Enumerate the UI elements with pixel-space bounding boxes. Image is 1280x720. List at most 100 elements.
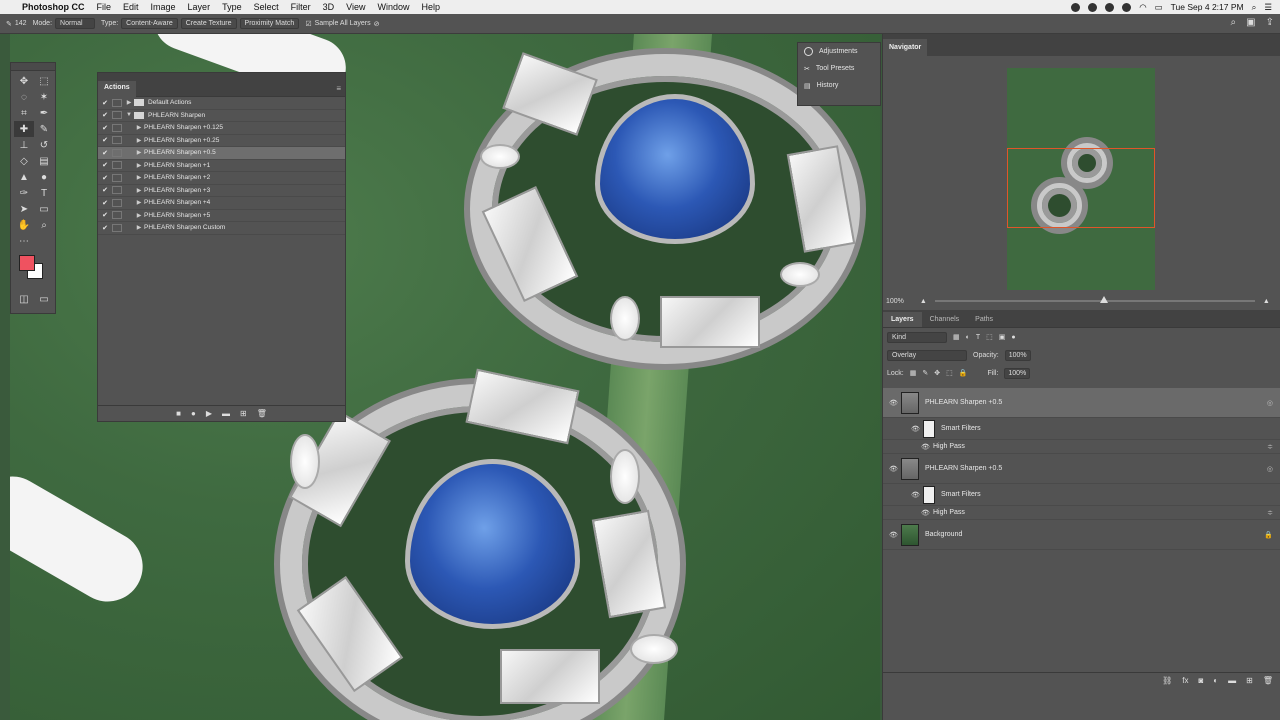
adjustments-button[interactable]: Adjustments	[798, 43, 880, 60]
foreground-color-swatch[interactable]	[19, 255, 35, 271]
menu-help[interactable]: Help	[421, 2, 440, 12]
dialog-toggle[interactable]	[112, 123, 122, 132]
opacity-field[interactable]: 100%	[1004, 349, 1031, 361]
visibility-eye-icon[interactable]: 👁	[911, 491, 923, 499]
blending-options-icon[interactable]: ≑	[1267, 443, 1273, 451]
blend-mode-select[interactable]: Overlay	[887, 349, 967, 361]
filter-kind-select[interactable]: Kind	[887, 331, 947, 343]
hand-tool-icon[interactable]: ✋	[14, 217, 34, 233]
trash-icon[interactable]: 🗑	[1263, 676, 1273, 685]
filter-mask-thumbnail[interactable]	[923, 485, 935, 504]
lock-all-icon[interactable]: 🔒	[959, 369, 968, 377]
tray-icon[interactable]	[1105, 2, 1115, 12]
menu-view[interactable]: View	[346, 2, 365, 12]
action-set-row[interactable]: ✔ ▼ PHLEARN Sharpen	[98, 110, 345, 122]
action-row[interactable]: ✔ ▶ PHLEARN Sharpen +1	[98, 160, 345, 172]
dialog-toggle[interactable]	[112, 111, 122, 120]
lock-position-icon[interactable]: ✥	[934, 369, 940, 377]
menu-layer[interactable]: Layer	[188, 2, 211, 12]
action-row[interactable]: ✔ ▶ PHLEARN Sharpen +4	[98, 197, 345, 210]
zoom-value[interactable]: 100%	[886, 298, 904, 305]
visibility-eye-icon[interactable]: 👁	[889, 465, 901, 473]
filter-type-icon[interactable]: T	[976, 334, 980, 341]
zoom-out-icon[interactable]: ▲	[920, 298, 927, 305]
visibility-eye-icon[interactable]: 👁	[889, 531, 901, 539]
dialog-toggle[interactable]	[112, 173, 122, 182]
brush-tool-icon[interactable]: ✎	[34, 121, 54, 137]
layer-name[interactable]: Background	[925, 531, 962, 538]
collapse-arrow-icon[interactable]: ▼	[124, 112, 134, 118]
mode-select[interactable]: Normal	[55, 18, 96, 29]
check-icon[interactable]: ✔	[98, 124, 112, 132]
navigator-thumbnail[interactable]	[1007, 68, 1155, 290]
lock-artboard-icon[interactable]: ⬚	[946, 369, 953, 377]
expand-arrow-icon[interactable]: ▶	[134, 124, 144, 131]
check-icon[interactable]: ✔	[98, 211, 112, 219]
screen-mode-icon[interactable]: ▭	[34, 291, 54, 307]
menu-filter[interactable]: Filter	[291, 2, 311, 12]
panel-menu-icon[interactable]: ≡	[336, 84, 341, 93]
tray-icon[interactable]	[1122, 2, 1132, 12]
filter-name[interactable]: High Pass	[933, 443, 965, 450]
visibility-eye-icon[interactable]: 👁	[889, 399, 901, 407]
menu-3d[interactable]: 3D	[323, 2, 335, 12]
proximity-match-option[interactable]: Proximity Match	[239, 18, 300, 29]
filter-adjustment-icon[interactable]: ◐	[966, 334, 970, 341]
fill-field[interactable]: 100%	[1004, 367, 1031, 379]
layer-name[interactable]: PHLEARN Sharpen +0.5	[925, 465, 1002, 472]
panel-grip[interactable]	[11, 63, 55, 71]
navigator-view-box[interactable]	[1007, 148, 1155, 228]
crop-tool-icon[interactable]: ⌗	[14, 105, 34, 121]
check-icon[interactable]: ✔	[98, 136, 112, 144]
history-button[interactable]: ▤ History	[798, 77, 880, 94]
check-icon[interactable]: ✔	[98, 199, 112, 207]
expand-arrow-icon[interactable]: ▶	[134, 199, 144, 206]
menu-list-icon[interactable]: ☰	[1264, 2, 1272, 13]
healing-brush-tool-icon[interactable]: ✚	[14, 121, 34, 137]
expand-arrow-icon[interactable]: ▶	[124, 99, 134, 106]
quick-mask-icon[interactable]: ◫	[14, 291, 34, 307]
layer-name[interactable]: PHLEARN Sharpen +0.5	[925, 399, 1002, 406]
move-tool-icon[interactable]: ✥	[14, 73, 34, 89]
search-icon[interactable]: ⌕	[1231, 17, 1237, 28]
check-icon[interactable]: ✔	[98, 174, 112, 182]
action-row[interactable]: ✔ ▶ PHLEARN Sharpen Custom	[98, 222, 345, 235]
shape-tool-icon[interactable]: ▭	[34, 201, 54, 217]
eyedropper-tool-icon[interactable]: ✒	[34, 105, 54, 121]
tab-channels[interactable]: Channels	[922, 312, 968, 327]
pen-tool-icon[interactable]: ✑	[14, 185, 34, 201]
visibility-eye-icon[interactable]: 👁	[921, 509, 933, 517]
expand-arrow-icon[interactable]: ▶	[134, 162, 144, 169]
dialog-toggle[interactable]	[112, 223, 122, 232]
zoom-slider[interactable]	[934, 296, 1255, 303]
create-texture-option[interactable]: Create Texture	[180, 18, 237, 29]
zoom-tool-icon[interactable]: ⌕	[34, 217, 54, 233]
blending-options-icon[interactable]: ≑	[1267, 509, 1273, 517]
menu-image[interactable]: Image	[151, 2, 176, 12]
content-aware-option[interactable]: Content-Aware	[121, 18, 178, 29]
action-set-row[interactable]: ✔ ▶ Default Actions	[98, 97, 345, 110]
smart-filters-row[interactable]: 👁 Smart Filters	[883, 418, 1280, 440]
dialog-toggle[interactable]	[112, 161, 122, 170]
lasso-tool-icon[interactable]: ◌	[14, 89, 34, 105]
eraser-tool-icon[interactable]: ◇	[14, 153, 34, 169]
filter-name[interactable]: High Pass	[933, 509, 965, 516]
menu-edit[interactable]: Edit	[123, 2, 139, 12]
smart-filter-indicator-icon[interactable]: ◎	[1267, 399, 1273, 407]
play-icon[interactable]: ▶	[206, 409, 212, 418]
tab-navigator[interactable]: Navigator	[883, 39, 928, 56]
menu-select[interactable]: Select	[254, 2, 279, 12]
tab-actions[interactable]: Actions	[98, 80, 136, 97]
adjustment-layer-icon[interactable]: ◐	[1213, 676, 1218, 685]
new-layer-icon[interactable]: ⊞	[1246, 676, 1253, 685]
lock-transparent-icon[interactable]: ▦	[910, 369, 917, 377]
check-icon[interactable]: ✔	[98, 99, 112, 107]
sample-all-checkbox[interactable]: ☑	[305, 20, 311, 28]
share-icon[interactable]: ⇪	[1266, 17, 1274, 28]
workspace-icon[interactable]: ▣	[1246, 17, 1255, 28]
link-layers-icon[interactable]: ⛓	[1162, 676, 1172, 685]
filter-toggle-icon[interactable]: ●	[1011, 334, 1015, 341]
layer-row[interactable]: 👁 PHLEARN Sharpen +0.5 ◎	[883, 454, 1280, 484]
tool-preset[interactable]: ✎ 142	[6, 20, 27, 28]
menu-file[interactable]: File	[97, 2, 112, 12]
